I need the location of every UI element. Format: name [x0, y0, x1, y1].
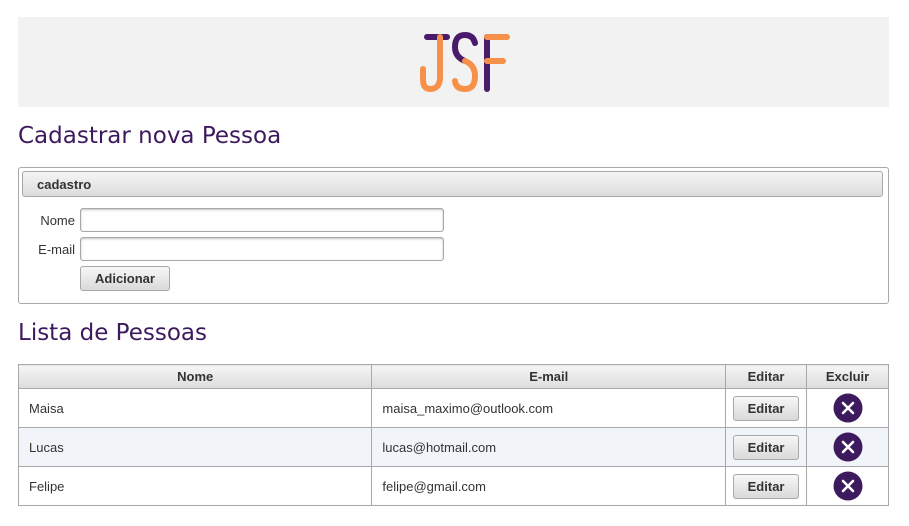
editar-button[interactable]: Editar: [733, 434, 800, 460]
table-row: Felipe felipe@gmail.com Editar: [17, 466, 889, 506]
header-bar: [18, 17, 889, 107]
panel-title: cadastro: [37, 177, 92, 192]
editar-button[interactable]: Editar: [733, 473, 800, 499]
logo-letter-f: [484, 34, 510, 92]
close-circle-icon[interactable]: [833, 471, 863, 501]
cell-nome: Felipe: [17, 466, 373, 506]
cell-email: maisa_maximo@outlook.com: [371, 388, 727, 428]
pessoas-table: Nome E-mail Editar Excluir Maisa maisa_m…: [17, 364, 889, 506]
email-label: E-mail: [38, 242, 75, 257]
cell-excluir: [806, 427, 889, 467]
table-row: Lucas lucas@hotmail.com Editar: [17, 427, 889, 467]
close-circle-icon[interactable]: [833, 432, 863, 462]
cell-excluir: [806, 388, 889, 428]
column-header-nome[interactable]: Nome: [17, 364, 373, 389]
adicionar-button[interactable]: Adicionar: [80, 266, 170, 291]
logo-letter-j: [420, 34, 450, 93]
cadastro-title: Cadastrar nova Pessoa: [18, 123, 282, 149]
lista-title: Lista de Pessoas: [18, 320, 207, 346]
close-circle-icon[interactable]: [833, 393, 863, 423]
jsf-logo: [420, 31, 510, 93]
panel-header: cadastro: [22, 171, 883, 197]
logo-letter-s: [451, 31, 479, 93]
cell-editar: Editar: [725, 466, 808, 506]
table-row: Maisa maisa_maximo@outlook.com Editar: [17, 388, 889, 428]
cell-nome: Maisa: [17, 388, 373, 428]
table-header-row: Nome E-mail Editar Excluir: [17, 364, 889, 389]
column-header-editar[interactable]: Editar: [725, 364, 808, 389]
cell-editar: Editar: [725, 427, 808, 467]
nome-input[interactable]: [80, 208, 444, 232]
email-input[interactable]: [80, 237, 444, 261]
column-header-email[interactable]: E-mail: [371, 364, 727, 389]
cell-editar: Editar: [725, 388, 808, 428]
cell-excluir: [806, 466, 889, 506]
column-header-excluir[interactable]: Excluir: [806, 364, 889, 389]
editar-button[interactable]: Editar: [733, 395, 800, 421]
nome-label: Nome: [40, 213, 75, 228]
cell-email: lucas@hotmail.com: [371, 427, 727, 467]
cadastro-panel: cadastro Nome E-mail Adicionar: [18, 167, 889, 304]
cell-email: felipe@gmail.com: [371, 466, 727, 506]
cell-nome: Lucas: [17, 427, 373, 467]
